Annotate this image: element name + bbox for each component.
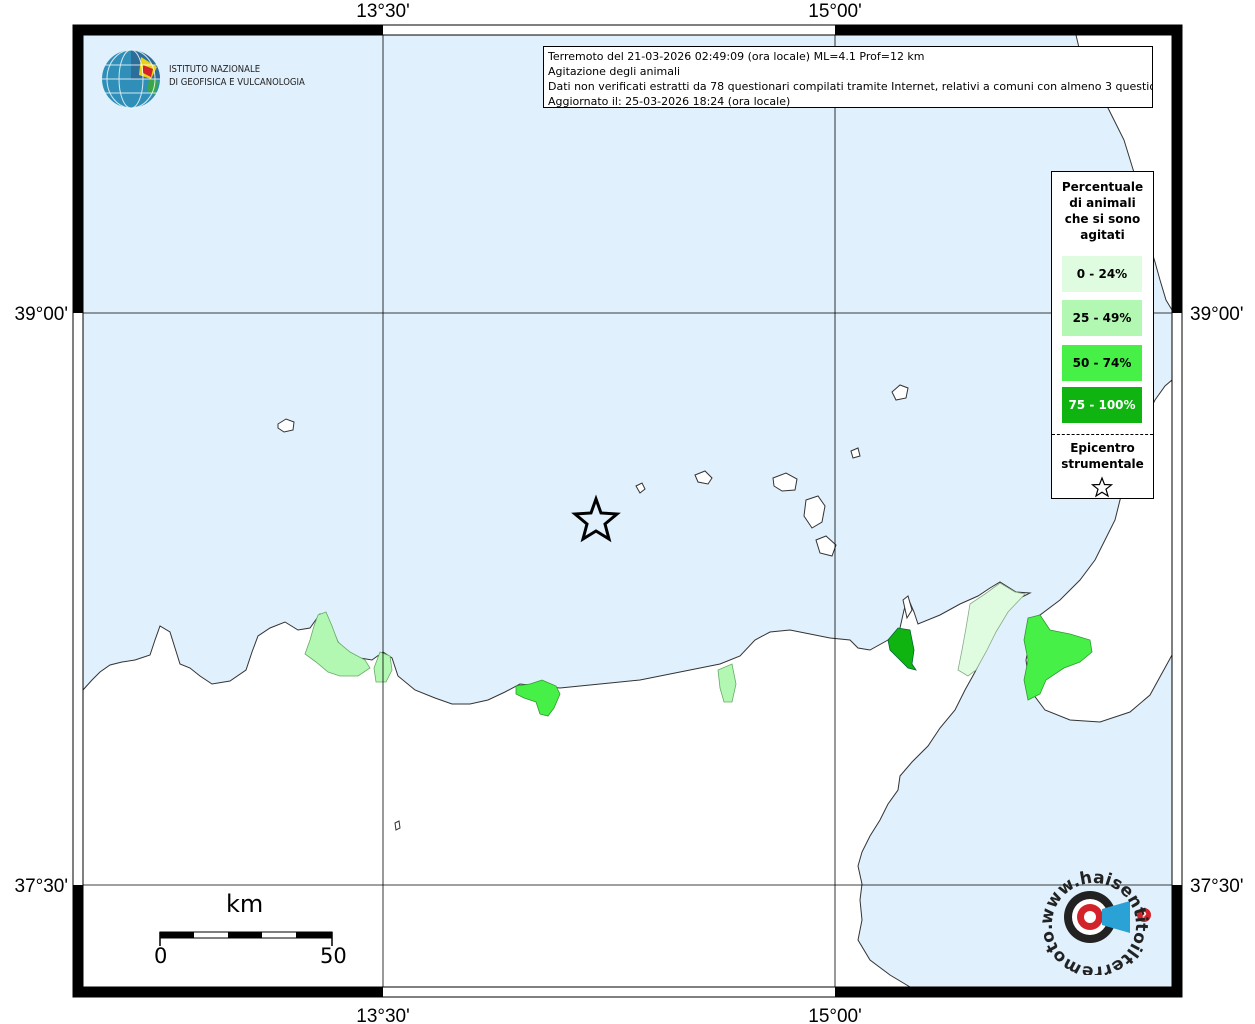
ingv-line2: DI GEOFISICA E VULCANOLOGIA xyxy=(169,77,305,88)
legend-separator xyxy=(1052,434,1153,435)
scale-max-label: 50 xyxy=(320,944,347,968)
legend-item-25-49: 25 - 49% xyxy=(1062,300,1142,336)
legend-title-line: che si sono xyxy=(1064,212,1141,226)
ingv-logo: ISTITUTO NAZIONALE DI GEOFISICA E VULCAN… xyxy=(101,49,311,109)
ingv-name: ISTITUTO NAZIONALE DI GEOFISICA E VULCAN… xyxy=(169,63,305,89)
info-updated-line: Aggiornato il: 25-03-2026 18:24 (ora loc… xyxy=(548,95,791,108)
legend-item-50-74: 50 - 74% xyxy=(1062,345,1142,381)
lon-label-top-2: 15°00' xyxy=(808,1,862,22)
scale-min-label: 0 xyxy=(154,944,168,968)
legend-title-line: Percentuale xyxy=(1061,180,1144,194)
lat-label-right-1: 39°00' xyxy=(1190,304,1244,325)
info-topic-line: Agitazione degli animali xyxy=(548,65,681,78)
info-data-line: Dati non verificati estratti da 78 quest… xyxy=(548,80,1153,93)
lon-label-bottom-1: 13°30' xyxy=(356,1006,410,1024)
lat-label-left-1: 39°00' xyxy=(15,304,69,325)
scale-unit: km xyxy=(226,890,264,918)
lon-label-bottom-2: 15°00' xyxy=(808,1006,862,1024)
info-event-line: Terremoto del 21-03-2026 02:49:09 (ora l… xyxy=(548,50,925,63)
legend-item-0-24: 0 - 24% xyxy=(1062,256,1142,292)
legend-item-75-100: 75 - 100% xyxy=(1062,387,1142,423)
legend-epi-line: strumentale xyxy=(1061,457,1144,471)
lat-label-left-2: 37°30' xyxy=(15,876,69,897)
legend-epi-line: Epicentro xyxy=(1070,441,1135,455)
star-outline-icon xyxy=(1090,476,1114,498)
legend-title-line: di animali xyxy=(1069,196,1136,210)
ingv-line1: ISTITUTO NAZIONALE xyxy=(169,64,261,75)
event-info-box: Terremoto del 21-03-2026 02:49:09 (ora l… xyxy=(543,46,1153,108)
target-megaphone-icon: ? www.haisentitoilterremoto.it xyxy=(1028,850,1151,982)
lat-label-right-2: 37°30' xyxy=(1190,876,1244,897)
hsit-logo: ? www.haisentitoilterremoto.it xyxy=(1028,850,1157,982)
legend-box: Percentuale di animali che si sono agita… xyxy=(1051,171,1154,499)
globe-logo-icon xyxy=(102,49,160,109)
legend-title-line: agitati xyxy=(1080,228,1125,242)
scale-bar: km 0 50 xyxy=(150,888,350,973)
legend-epicenter-label: Epicentro strumentale xyxy=(1052,440,1153,472)
lon-label-top-1: 13°30' xyxy=(356,1,410,22)
legend-title: Percentuale di animali che si sono agita… xyxy=(1052,179,1153,243)
small-islet xyxy=(394,820,401,831)
